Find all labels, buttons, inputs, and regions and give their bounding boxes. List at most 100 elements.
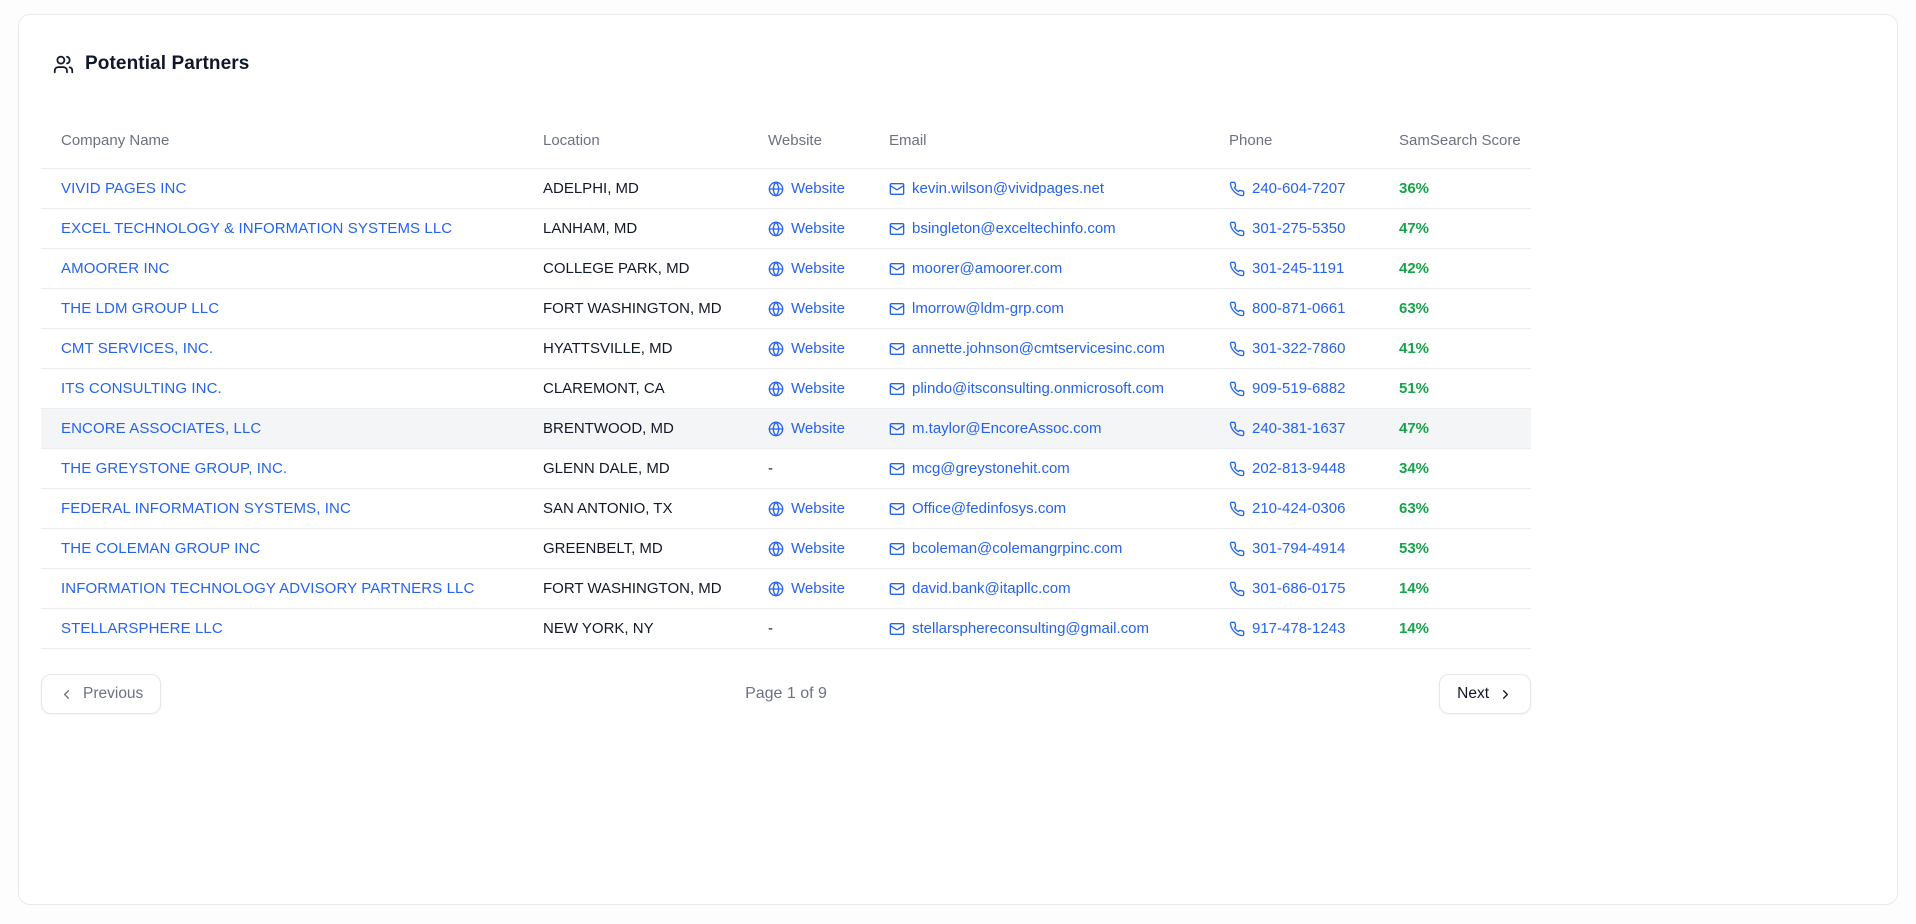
phone-icon <box>1229 261 1245 277</box>
email-link[interactable]: moorer@amoorer.com <box>889 260 1062 277</box>
company-link[interactable]: THE GREYSTONE GROUP, INC. <box>61 460 287 477</box>
phone-link[interactable]: 301-686-0175 <box>1229 580 1345 597</box>
location-cell: CLAREMONT, CA <box>523 369 748 408</box>
email-link[interactable]: m.taylor@EncoreAssoc.com <box>889 420 1101 437</box>
company-link[interactable]: FEDERAL INFORMATION SYSTEMS, INC <box>61 500 351 517</box>
email-link-label: kevin.wilson@vividpages.net <box>912 180 1104 197</box>
phone-link[interactable]: 240-604-7207 <box>1229 180 1345 197</box>
website-link[interactable]: Website <box>768 340 845 357</box>
page-indicator: Page 1 of 9 <box>745 685 827 703</box>
location-cell: LANHAM, MD <box>523 209 748 248</box>
email-link[interactable]: Office@fedinfosys.com <box>889 500 1066 517</box>
mail-icon <box>889 221 905 237</box>
location-cell: ADELPHI, MD <box>523 169 748 208</box>
phone-icon <box>1229 301 1245 317</box>
email-link-label: stellarsphereconsulting@gmail.com <box>912 620 1149 637</box>
company-link[interactable]: AMOORER INC <box>61 260 170 277</box>
company-link[interactable]: ENCORE ASSOCIATES, LLC <box>61 420 261 437</box>
website-link[interactable]: Website <box>768 220 845 237</box>
table-row: INFORMATION TECHNOLOGY ADVISORY PARTNERS… <box>41 569 1531 609</box>
phone-link[interactable]: 301-794-4914 <box>1229 540 1345 557</box>
email-link[interactable]: bcoleman@colemangrpinc.com <box>889 540 1122 557</box>
website-link[interactable]: Website <box>768 300 845 317</box>
phone-link[interactable]: 301-322-7860 <box>1229 340 1345 357</box>
previous-button[interactable]: Previous <box>41 674 161 714</box>
location-cell: GLENN DALE, MD <box>523 449 748 488</box>
company-link[interactable]: STELLARSPHERE LLC <box>61 620 223 637</box>
company-link[interactable]: EXCEL TECHNOLOGY & INFORMATION SYSTEMS L… <box>61 220 452 237</box>
website-link[interactable]: Website <box>768 420 845 437</box>
email-link[interactable]: bsingleton@exceltechinfo.com <box>889 220 1116 237</box>
company-link[interactable]: THE LDM GROUP LLC <box>61 300 219 317</box>
phone-link[interactable]: 800-871-0661 <box>1229 300 1345 317</box>
globe-icon <box>768 541 784 557</box>
previous-button-label: Previous <box>83 685 143 703</box>
company-link[interactable]: VIVID PAGES INC <box>61 180 186 197</box>
website-link[interactable]: Website <box>768 380 845 397</box>
phone-link-label: 301-245-1191 <box>1252 260 1344 277</box>
email-link[interactable]: plindo@itsconsulting.onmicrosoft.com <box>889 380 1164 397</box>
phone-link[interactable]: 202-813-9448 <box>1229 460 1345 477</box>
website-dash: - <box>748 609 869 648</box>
website-link-label: Website <box>791 420 845 437</box>
company-link[interactable]: THE COLEMAN GROUP INC <box>61 540 260 557</box>
website-link[interactable]: Website <box>768 580 845 597</box>
email-link[interactable]: annette.johnson@cmtservicesinc.com <box>889 340 1165 357</box>
globe-icon <box>768 181 784 197</box>
phone-icon <box>1229 501 1245 517</box>
company-link[interactable]: CMT SERVICES, INC. <box>61 340 213 357</box>
score-cell: 51% <box>1379 369 1531 408</box>
email-link[interactable]: david.bank@itapllc.com <box>889 580 1071 597</box>
mail-icon <box>889 301 905 317</box>
website-link[interactable]: Website <box>768 540 845 557</box>
phone-link-label: 917-478-1243 <box>1252 620 1345 637</box>
company-link[interactable]: ITS CONSULTING INC. <box>61 380 222 397</box>
website-dash: - <box>748 449 869 488</box>
table-row: THE GREYSTONE GROUP, INC. GLENN DALE, MD… <box>41 449 1531 489</box>
website-link[interactable]: Website <box>768 260 845 277</box>
location-cell: HYATTSVILLE, MD <box>523 329 748 368</box>
next-button[interactable]: Next <box>1439 674 1531 714</box>
email-link[interactable]: mcg@greystonehit.com <box>889 460 1070 477</box>
phone-icon <box>1229 381 1245 397</box>
website-link[interactable]: Website <box>768 500 845 517</box>
score-cell: 47% <box>1379 409 1531 448</box>
website-link-label: Website <box>791 180 845 197</box>
score-cell: 14% <box>1379 609 1531 648</box>
company-link[interactable]: INFORMATION TECHNOLOGY ADVISORY PARTNERS… <box>61 580 474 597</box>
phone-link-label: 301-275-5350 <box>1252 220 1345 237</box>
phone-link[interactable]: 917-478-1243 <box>1229 620 1345 637</box>
phone-link-label: 909-519-6882 <box>1252 380 1345 397</box>
location-cell: COLLEGE PARK, MD <box>523 249 748 288</box>
phone-link[interactable]: 210-424-0306 <box>1229 500 1345 517</box>
phone-icon <box>1229 581 1245 597</box>
phone-link[interactable]: 301-245-1191 <box>1229 260 1344 277</box>
phone-icon <box>1229 621 1245 637</box>
globe-icon <box>768 221 784 237</box>
phone-link[interactable]: 240-381-1637 <box>1229 420 1345 437</box>
page-title: Potential Partners <box>85 53 249 75</box>
mail-icon <box>889 341 905 357</box>
email-link-label: bcoleman@colemangrpinc.com <box>912 540 1122 557</box>
mail-icon <box>889 461 905 477</box>
table-row: ITS CONSULTING INC. CLAREMONT, CA Websit… <box>41 369 1531 409</box>
column-header-company: Company Name <box>41 113 523 168</box>
phone-icon <box>1229 221 1245 237</box>
phone-link[interactable]: 909-519-6882 <box>1229 380 1345 397</box>
globe-icon <box>768 341 784 357</box>
phone-link[interactable]: 301-275-5350 <box>1229 220 1345 237</box>
next-button-label: Next <box>1457 685 1489 703</box>
phone-link-label: 301-686-0175 <box>1252 580 1345 597</box>
table-row: FEDERAL INFORMATION SYSTEMS, INC SAN ANT… <box>41 489 1531 529</box>
email-link[interactable]: stellarsphereconsulting@gmail.com <box>889 620 1149 637</box>
location-cell: FORT WASHINGTON, MD <box>523 289 748 328</box>
phone-icon <box>1229 181 1245 197</box>
website-link[interactable]: Website <box>768 180 845 197</box>
email-link[interactable]: kevin.wilson@vividpages.net <box>889 180 1104 197</box>
globe-icon <box>768 301 784 317</box>
email-link[interactable]: lmorrow@ldm-grp.com <box>889 300 1064 317</box>
website-link-label: Website <box>791 540 845 557</box>
phone-link-label: 240-381-1637 <box>1252 420 1345 437</box>
email-link-label: plindo@itsconsulting.onmicrosoft.com <box>912 380 1164 397</box>
phone-link-label: 800-871-0661 <box>1252 300 1345 317</box>
